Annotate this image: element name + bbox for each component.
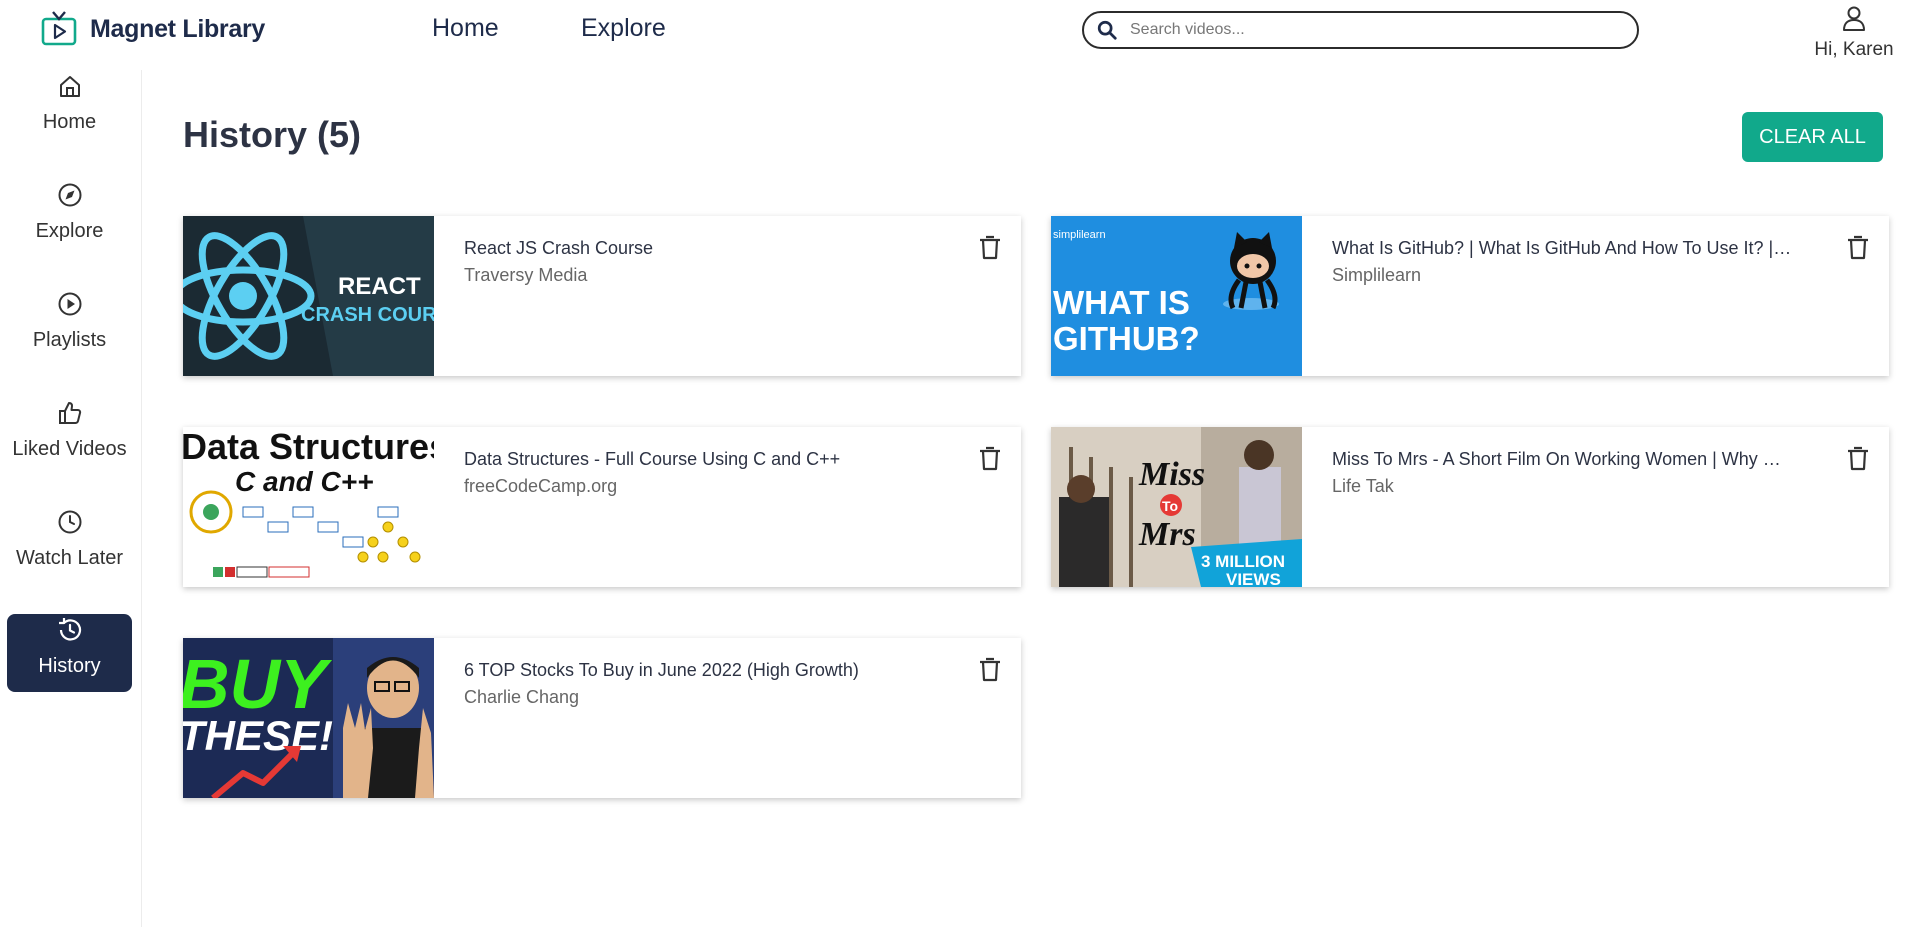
thumb-text: VIEWS xyxy=(1226,570,1281,587)
thumb-text: WHAT IS xyxy=(1053,284,1190,321)
thumbs-up-icon xyxy=(58,402,81,424)
video-channel: freeCodeCamp.org xyxy=(464,476,618,496)
video-channel: Simplilearn xyxy=(1332,265,1422,285)
thumb-text: Miss xyxy=(1138,456,1205,493)
sidebar-item-label: Playlists xyxy=(32,329,107,351)
data-structures-thumbnail-art: Data Structures C and C++ xyxy=(183,427,434,587)
video-thumbnail[interactable]: Data Structures C and C++ xyxy=(183,427,434,587)
sidebar-item-liked-videos[interactable]: Liked Videos xyxy=(7,397,132,475)
thumb-text: To xyxy=(1162,498,1178,514)
miss-to-mrs-thumbnail-art: Miss To Mrs 3 MILLION VIEWS xyxy=(1051,427,1302,587)
thumb-text: CRASH COURSE xyxy=(301,304,434,326)
sidebar-item-label: Home xyxy=(42,111,97,133)
home-icon xyxy=(59,76,80,97)
thumb-text: GITHUB? xyxy=(1053,320,1200,357)
video-title[interactable]: 6 TOP Stocks To Buy in June 2022 (High G… xyxy=(464,660,924,681)
sidebar-item-watch-later[interactable]: Watch Later xyxy=(7,506,132,584)
sidebar-item-label: Watch Later xyxy=(15,547,124,569)
sidebar-item-explore[interactable]: Explore xyxy=(7,179,132,257)
video-title[interactable]: What Is GitHub? | What Is GitHub And How… xyxy=(1332,238,1792,259)
search-bar[interactable] xyxy=(1082,11,1639,49)
video-title[interactable]: Miss To Mrs - A Short Film On Working Wo… xyxy=(1332,449,1792,470)
video-channel: Traversy Media xyxy=(464,265,588,285)
sidebar-item-playlists[interactable]: Playlists xyxy=(7,288,132,366)
trash-icon[interactable] xyxy=(1843,232,1873,262)
compass-icon xyxy=(58,183,81,207)
thumb-text: simplilearn xyxy=(1053,229,1106,241)
brand-name: Magnet Library xyxy=(90,14,265,43)
user-menu[interactable]: Hi, Karen xyxy=(1809,4,1899,61)
search-icon xyxy=(1097,20,1117,40)
clear-all-button[interactable]: CLEAR ALL xyxy=(1742,112,1883,162)
nav-home[interactable]: Home xyxy=(432,14,499,43)
thumb-text: THESE! xyxy=(183,712,333,759)
github-thumbnail-art: simplilearn WHAT IS GITHUB? xyxy=(1051,216,1302,376)
trash-icon[interactable] xyxy=(1843,443,1873,473)
trash-icon[interactable] xyxy=(975,443,1005,473)
history-icon xyxy=(58,618,81,641)
video-title[interactable]: Data Structures - Full Course Using C an… xyxy=(464,449,924,470)
thumb-text: 3 MILLION xyxy=(1201,552,1285,571)
brand[interactable]: Magnet Library xyxy=(40,10,265,48)
play-circle-icon xyxy=(58,292,81,316)
sidebar-item-label: Liked Videos xyxy=(12,438,127,460)
history-card[interactable]: simplilearn WHAT IS GITHUB? What Is GitH… xyxy=(1051,216,1889,376)
clock-icon xyxy=(58,510,81,534)
sidebar-item-home[interactable]: Home xyxy=(7,70,132,148)
history-card[interactable]: BUY THESE! 6 TOP Stocks To Buy in June 2… xyxy=(183,638,1021,798)
history-card[interactable]: Data Structures C and C++ Data Structure… xyxy=(183,427,1021,587)
page-title: History (5) xyxy=(183,114,362,155)
sidebar: Home Explore Playlists Liked Videos Watc… xyxy=(0,70,142,927)
sidebar-item-label: Explore xyxy=(35,220,104,242)
search-input[interactable] xyxy=(1130,21,1610,39)
video-channel: Life Tak xyxy=(1332,476,1394,496)
sidebar-item-history[interactable]: History xyxy=(7,614,132,692)
thumb-text: Mrs xyxy=(1138,516,1196,553)
trash-icon[interactable] xyxy=(975,232,1005,262)
video-channel: Charlie Chang xyxy=(464,687,580,707)
thumb-text: Data Structures xyxy=(183,427,434,467)
sidebar-item-label: History xyxy=(38,655,101,677)
tv-logo-icon xyxy=(41,11,77,46)
thumb-text: C and C++ xyxy=(235,466,373,497)
video-thumbnail[interactable]: REACT CRASH COURSE xyxy=(183,216,434,376)
top-header: Magnet Library Home Explore Hi, Karen xyxy=(0,0,1917,70)
user-icon xyxy=(1843,6,1865,31)
video-thumbnail[interactable]: BUY THESE! xyxy=(183,638,434,798)
video-thumbnail[interactable]: Miss To Mrs 3 MILLION VIEWS xyxy=(1051,427,1302,587)
thumb-text: REACT xyxy=(338,273,421,300)
stocks-thumbnail-art: BUY THESE! xyxy=(183,638,434,798)
history-card[interactable]: REACT CRASH COURSE React JS Crash Course… xyxy=(183,216,1021,376)
trash-icon[interactable] xyxy=(975,654,1005,684)
history-card[interactable]: Miss To Mrs 3 MILLION VIEWS Miss To Mrs … xyxy=(1051,427,1889,587)
user-greeting: Hi, Karen xyxy=(1814,39,1894,60)
nav-explore[interactable]: Explore xyxy=(581,14,666,43)
video-title[interactable]: React JS Crash Course xyxy=(464,238,924,259)
react-thumbnail-art: REACT CRASH COURSE xyxy=(183,216,434,376)
video-thumbnail[interactable]: simplilearn WHAT IS GITHUB? xyxy=(1051,216,1302,376)
